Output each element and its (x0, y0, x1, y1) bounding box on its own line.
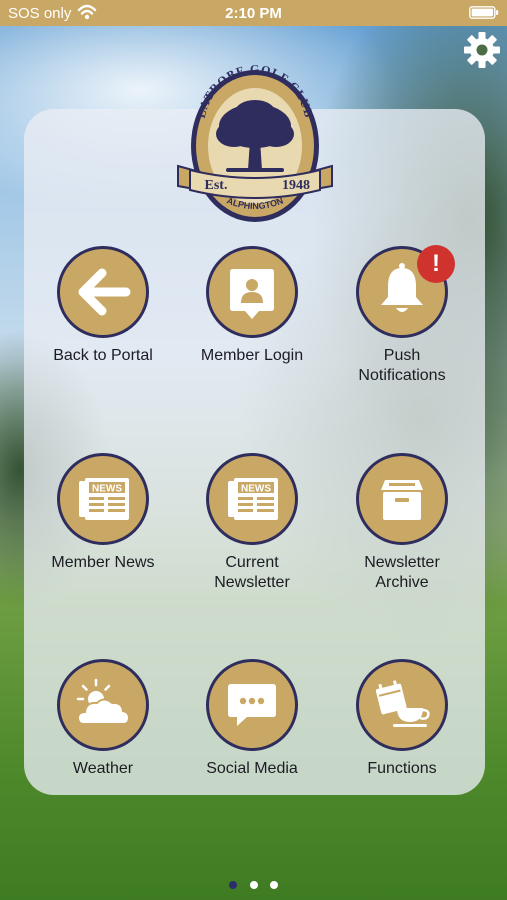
newspaper-text: NEWS (241, 484, 271, 495)
push-notifications-button[interactable]: ! (356, 245, 455, 338)
member-badge-icon (230, 269, 274, 319)
archive-box-icon (381, 480, 423, 520)
page-dot-3[interactable] (269, 881, 278, 889)
tile-label: Back to Portal (53, 347, 153, 364)
current-newsletter-tile[interactable]: NEWS Current Newsletter (177, 453, 327, 593)
newspaper-text: NEWS (92, 484, 122, 495)
page-indicator[interactable] (0, 876, 507, 894)
tile-label: Current Newsletter (214, 554, 290, 591)
member-login-tile[interactable]: Member Login (177, 246, 327, 366)
newspaper-icon: NEWS (79, 478, 129, 520)
logo-est: Est. (205, 178, 228, 193)
newsletter-archive-tile[interactable]: Newsletter Archive (327, 453, 477, 593)
tile-label: Push Notifications (358, 347, 446, 384)
member-login-button[interactable] (206, 246, 298, 338)
social-media-button[interactable] (206, 659, 298, 751)
weather-button[interactable] (57, 659, 149, 751)
notification-badge: ! (417, 245, 455, 283)
page-dot-2[interactable] (249, 881, 258, 889)
gear-icon[interactable] (462, 30, 502, 70)
tile-label: Functions (367, 760, 437, 777)
weather-tile[interactable]: Weather (28, 659, 178, 779)
back-to-portal-button[interactable] (57, 246, 149, 338)
push-notifications-tile[interactable]: ! Push Notifications (327, 245, 477, 386)
functions-button[interactable] (356, 659, 448, 751)
tile-label: Weather (72, 760, 134, 777)
newsletter-archive-button[interactable] (356, 453, 448, 545)
battery-icon (469, 6, 499, 19)
calendar-cup-icon (375, 680, 430, 727)
tile-label: Member News (51, 554, 155, 571)
newspaper-icon: NEWS (228, 478, 278, 520)
functions-tile[interactable]: Functions (327, 659, 477, 779)
arrow-left-icon (78, 268, 131, 316)
logo-year: 1948 (282, 178, 310, 193)
chat-bubble-icon (228, 684, 276, 726)
back-to-portal-tile[interactable]: Back to Portal (28, 246, 178, 366)
member-news-button[interactable]: NEWS (57, 453, 149, 545)
social-media-tile[interactable]: Social Media (177, 659, 327, 779)
tile-label: Newsletter Archive (364, 554, 440, 591)
clock: 2:10 PM (225, 5, 282, 22)
club-logo: LATROBE GOLF CLUB Est. 1948 ALPHINGTON (177, 62, 333, 222)
tile-label: Member Login (200, 347, 304, 364)
page-dot-1[interactable] (229, 881, 238, 889)
tile-label: Social Media (206, 760, 298, 777)
current-newsletter-button[interactable]: NEWS (206, 453, 298, 545)
status-bar: SOS only 2:10 PM (0, 0, 507, 26)
weather-icon (76, 678, 131, 725)
member-news-tile[interactable]: NEWS Member News (28, 453, 178, 573)
